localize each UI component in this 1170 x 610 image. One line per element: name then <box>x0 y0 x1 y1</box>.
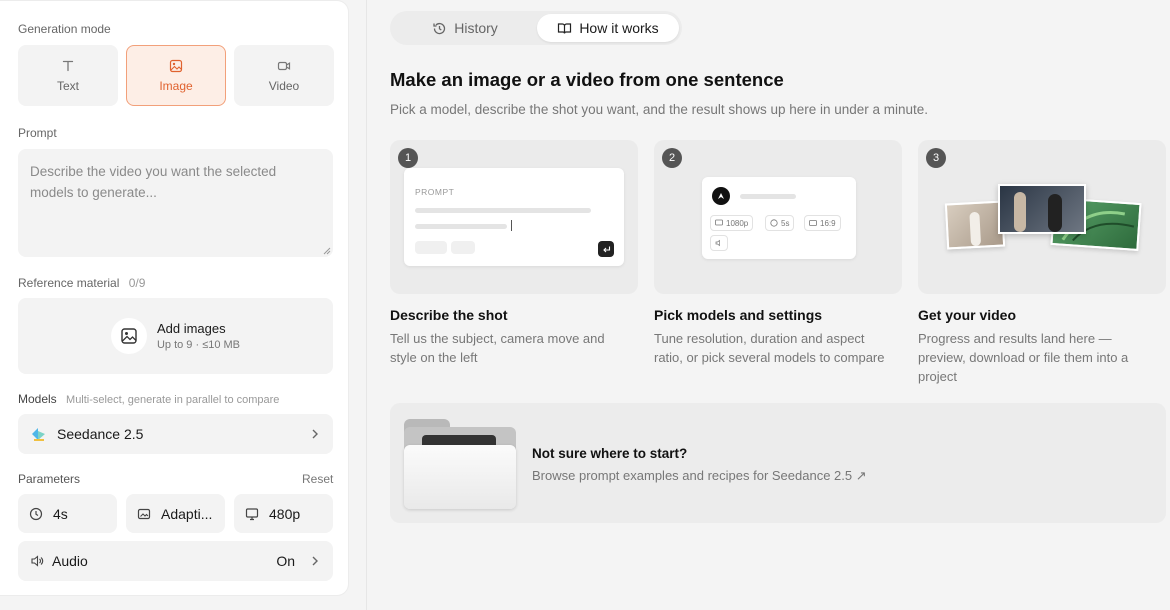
chevron-right-icon <box>312 429 318 439</box>
resolution-param-button[interactable]: 480p <box>234 494 333 533</box>
step-1-title: Describe the shot <box>390 307 508 323</box>
monitor-icon <box>715 219 723 226</box>
step-3-card: 3 <box>918 140 1166 294</box>
audio-value: On <box>276 553 295 569</box>
reference-label-text: Reference material <box>18 276 120 290</box>
models-hint: Multi-select, generate in parallel to co… <box>66 394 280 406</box>
aspect-pill-label: 16:9 <box>820 218 836 228</box>
aspect-pill: 16:9 <box>804 215 841 231</box>
add-images-button[interactable]: Add images Up to 9 · ≤10 MB <box>18 298 333 374</box>
examples-banner[interactable]: Not sure where to start? Browse prompt e… <box>390 403 1166 523</box>
aspect-param-button[interactable]: Adapti... <box>126 494 225 533</box>
monitor-icon <box>245 507 259 520</box>
page-subtitle: Pick a model, describe the shot you want… <box>390 102 929 117</box>
tab-how-it-works[interactable]: How it works <box>537 14 679 42</box>
audio-toggle-row[interactable]: Audio On <box>18 541 333 581</box>
mode-image-label: Image <box>159 78 193 93</box>
model-logo-icon <box>712 187 730 205</box>
step-1-description: Tell us the subject, camera move and sty… <box>390 331 605 365</box>
duration-param-button[interactable]: 4s <box>18 494 117 533</box>
step-2-title: Pick models and settings <box>654 307 823 323</box>
history-icon <box>433 22 446 34</box>
prompt-field[interactable] <box>18 149 333 257</box>
text-cursor <box>511 220 512 231</box>
add-images-subtitle: Up to 9 · ≤10 MB <box>156 339 241 351</box>
mockup-text-line <box>415 224 507 229</box>
step-1-number: 1 <box>398 148 418 168</box>
banner-title: Not sure where to start? <box>532 446 688 461</box>
clock-icon <box>29 507 43 520</box>
clock-icon <box>770 219 778 227</box>
reset-button[interactable]: Reset <box>302 472 333 486</box>
speaker-icon <box>31 555 44 567</box>
duration-value: 4s <box>53 505 68 522</box>
mode-image-button[interactable]: Image <box>126 45 226 106</box>
mockup-text-line <box>740 194 796 199</box>
step-1-card: 1 PROMPT <box>390 140 638 294</box>
audio-label: Audio <box>52 553 88 569</box>
result-thumbnail-2 <box>998 184 1086 234</box>
duration-pill: 5s <box>765 215 795 231</box>
step-2-card: 2 1080p 5s 16:9 <box>654 140 902 294</box>
speaker-icon <box>715 239 720 247</box>
mockup-chip <box>451 241 475 254</box>
mode-video-button[interactable]: Video <box>234 45 334 106</box>
add-images-title: Add images <box>156 321 226 336</box>
models-label-text: Models <box>18 392 57 406</box>
resize-grip-icon[interactable] <box>323 247 331 255</box>
audio-pill <box>710 235 728 251</box>
folder-icon <box>404 419 516 509</box>
view-tabs: History How it works <box>390 11 682 45</box>
duration-pill-label: 5s <box>781 218 790 228</box>
tab-history[interactable]: History <box>393 14 537 42</box>
mockup-chip <box>415 241 447 254</box>
aspect-value: Adapti... <box>161 505 213 522</box>
step-2-number: 2 <box>662 148 682 168</box>
parameters-label: Parameters <box>18 472 81 486</box>
banner-link[interactable]: Browse prompt examples and recipes for S… <box>532 468 867 484</box>
reference-material-label: Reference material 0/9 <box>18 276 145 290</box>
aspect-ratio-icon <box>137 508 151 519</box>
panel-divider <box>366 0 367 610</box>
mode-video-label: Video <box>268 78 300 93</box>
prompt-label: Prompt <box>18 126 57 140</box>
video-icon <box>277 61 291 70</box>
mode-text-label: Text <box>56 78 79 93</box>
result-thumbnail-1 <box>944 200 1006 250</box>
seedance-logo-icon <box>32 428 45 441</box>
tab-history-label: History <box>454 20 498 36</box>
resolution-pill: 1080p <box>710 215 754 231</box>
mode-text-button[interactable]: Text <box>18 45 118 106</box>
model-name: Seedance 2.5 <box>57 426 144 442</box>
prompt-input[interactable] <box>18 149 333 257</box>
generation-mode-label: Generation mode <box>18 22 111 36</box>
text-icon <box>62 60 74 71</box>
chevron-right-icon <box>312 556 318 566</box>
enter-key-icon <box>598 241 614 257</box>
step-3-description: Progress and results land here — preview… <box>918 331 1129 384</box>
left-panel: Generation mode Text Image Video Prompt … <box>0 0 349 596</box>
book-icon <box>558 22 572 34</box>
step-3-title: Get your video <box>918 307 1017 323</box>
image-upload-icon <box>110 318 147 354</box>
models-label: Models Multi-select, generate in paralle… <box>18 392 279 406</box>
prompt-mockup-label: PROMPT <box>415 187 455 197</box>
step-3-number: 3 <box>926 148 946 168</box>
image-icon <box>169 59 183 72</box>
model-selector[interactable]: Seedance 2.5 <box>18 414 333 454</box>
tab-how-it-works-label: How it works <box>579 20 659 36</box>
resolution-value: 480p <box>269 505 301 522</box>
resolution-pill-label: 1080p <box>726 218 749 228</box>
prompt-mockup: PROMPT <box>404 168 624 266</box>
page-title: Make an image or a video from one senten… <box>390 69 784 90</box>
reference-count: 0/9 <box>128 276 146 290</box>
aspect-ratio-icon <box>809 220 817 226</box>
settings-mockup: 1080p 5s 16:9 <box>702 177 856 259</box>
step-2-description: Tune resolution, duration and aspect rat… <box>654 331 885 365</box>
mockup-text-line <box>415 208 591 213</box>
